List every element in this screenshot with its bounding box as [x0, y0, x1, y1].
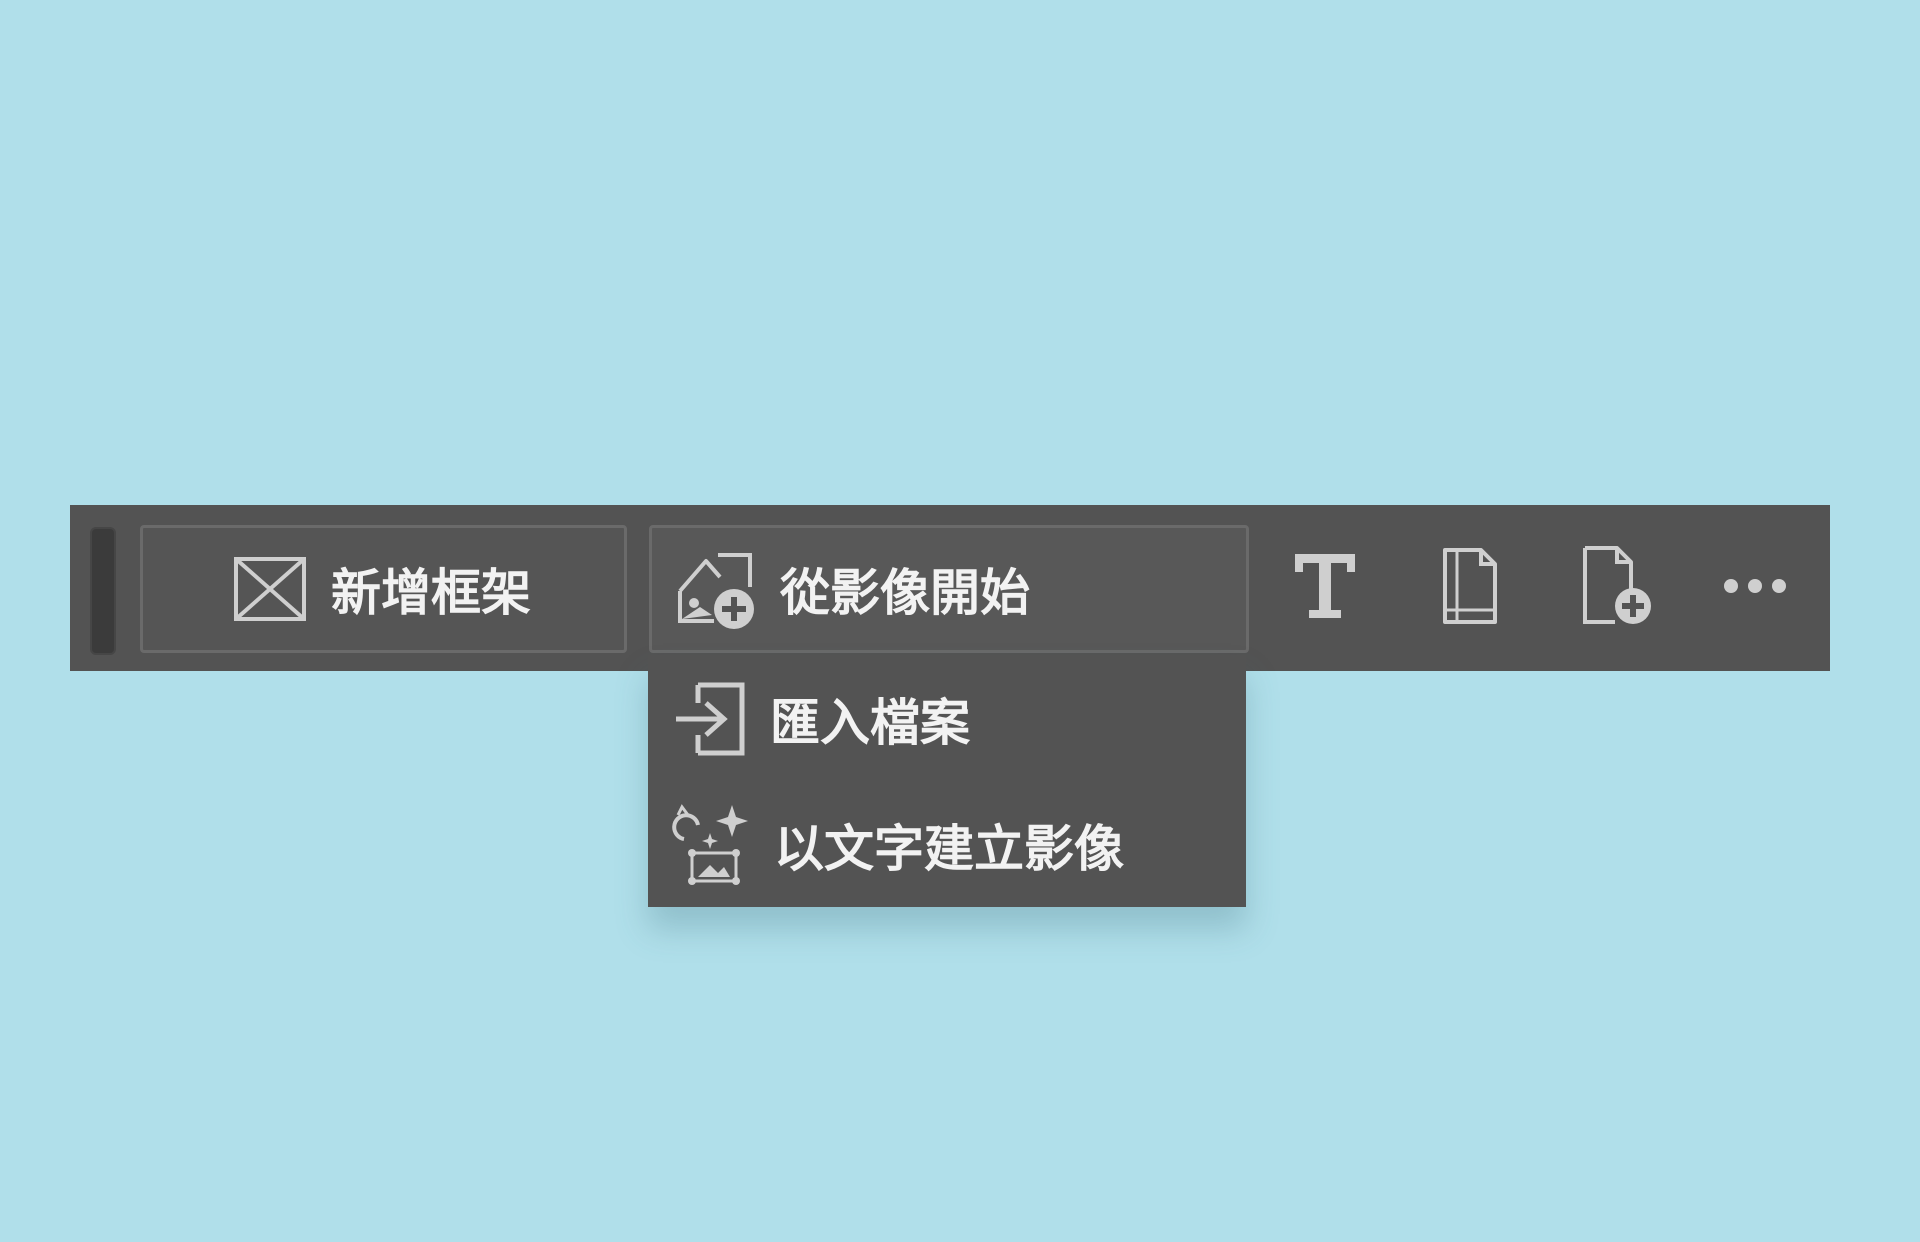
add-page-icon [1581, 544, 1653, 632]
menu-item-text-to-image[interactable]: 以文字建立影像 [648, 785, 1246, 905]
page-button[interactable] [1415, 533, 1525, 643]
toolbar-drag-handle[interactable] [90, 527, 116, 655]
page-icon [1441, 546, 1499, 630]
text-to-image-label: 以文字建立影像 [774, 820, 1124, 878]
text-tool-button[interactable] [1270, 533, 1380, 643]
text-tool-icon [1291, 550, 1359, 626]
start-from-image-menu: 匯入檔案 以文字建立影像 [648, 655, 1246, 907]
import-file-icon [672, 681, 748, 757]
import-file-label: 匯入檔案 [770, 694, 970, 752]
text-to-image-icon [672, 803, 752, 887]
start-from-image-label: 從影像開始 [780, 564, 1030, 622]
menu-item-import-file[interactable]: 匯入檔案 [648, 659, 1246, 779]
frame-placeholder-icon [233, 556, 307, 622]
more-options-button[interactable] [1700, 533, 1810, 643]
image-add-icon [674, 547, 758, 631]
add-page-button[interactable] [1562, 533, 1672, 643]
new-frame-button[interactable]: 新增框架 [140, 525, 627, 653]
start-from-image-button[interactable]: 從影像開始 [649, 525, 1249, 653]
more-options-icon [1722, 576, 1788, 600]
new-frame-label: 新增框架 [331, 564, 531, 622]
contextual-task-bar: 新增框架 從影像開始 [70, 505, 1830, 671]
